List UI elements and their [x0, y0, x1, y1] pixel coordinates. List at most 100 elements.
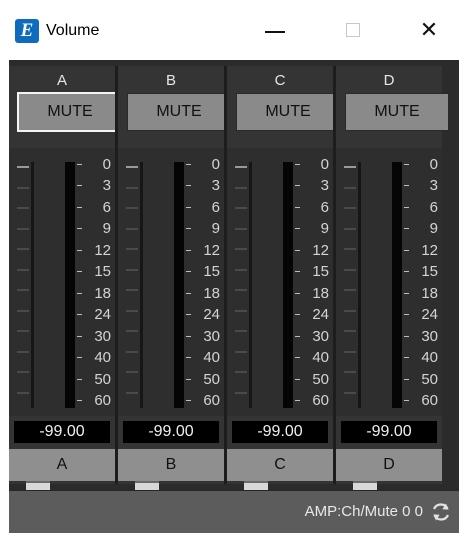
meter-scale-value: 15 — [94, 263, 111, 280]
level-readout[interactable]: -99.00 — [232, 421, 328, 443]
meter-scale-value: 12 — [94, 242, 111, 259]
meter-scale-tick — [295, 250, 300, 251]
meter-scale-value: 24 — [421, 306, 438, 323]
fader-track[interactable] — [17, 162, 34, 408]
fader-tick — [126, 330, 138, 332]
fader-tick — [17, 207, 29, 209]
meter-scale-value: 60 — [203, 392, 220, 409]
fader-knob-line — [135, 481, 159, 483]
channel-name-button[interactable]: A — [9, 449, 115, 481]
channel-name-button[interactable]: D — [336, 449, 442, 481]
meter-scale-tick — [77, 336, 82, 337]
meter-scale-label: 50 — [75, 372, 111, 387]
fader-tick — [235, 289, 247, 291]
fader-tick — [17, 166, 29, 168]
fader-tick — [344, 330, 356, 332]
meter-scale-label: 0 — [402, 157, 438, 172]
channel-strip-b: B MUTE 0 3 6 9 12 15 18 24 30 40 50 60 -99.00 B — [118, 66, 231, 496]
meter-scale-tick — [186, 293, 191, 294]
fader-track[interactable] — [235, 162, 252, 408]
meter-scale-label: 12 — [293, 243, 329, 258]
meter-scale-value: 3 — [102, 177, 111, 194]
meter-scale-tick — [77, 164, 82, 165]
meter-scale: 0 3 6 9 12 15 18 24 30 40 50 60 — [184, 157, 220, 409]
meter-scale-tick — [77, 250, 82, 251]
meter-scale-label: 15 — [75, 263, 111, 280]
fader-tick — [126, 207, 138, 209]
meter-scale-label: 40 — [184, 349, 220, 366]
meter-scale-label: 24 — [293, 307, 329, 322]
meter-scale-value: 30 — [421, 328, 438, 345]
fader-tick — [344, 166, 356, 168]
fader-tick — [344, 228, 356, 230]
meter-scale-label: 30 — [293, 329, 329, 344]
meter-scale-tick — [186, 336, 191, 337]
fader-tick — [17, 310, 29, 312]
meter-scale-tick — [186, 185, 191, 186]
level-readout[interactable]: -99.00 — [341, 421, 437, 443]
meter-scale-label: 15 — [402, 264, 438, 279]
fader-track[interactable] — [344, 162, 361, 408]
channel-label: A — [56, 72, 67, 89]
channel-name-button[interactable]: B — [118, 449, 224, 481]
meter-scale-value: 6 — [429, 199, 438, 216]
fader-tick — [235, 166, 247, 168]
meter-scale-label: 12 — [402, 243, 438, 258]
meter-scale-label: 40 — [75, 349, 111, 366]
meter-scale-value: 40 — [203, 349, 220, 366]
minimize-button[interactable] — [252, 10, 298, 50]
fader-tick — [235, 228, 247, 230]
fader-tick — [17, 289, 29, 291]
channel-label: B — [165, 72, 176, 89]
meter-scale-value: 9 — [320, 220, 329, 237]
meter-scale-value: 24 — [203, 306, 220, 323]
channel-name-button[interactable]: C — [227, 449, 333, 481]
fader-knob-line — [26, 481, 50, 483]
meter-scale-label: 15 — [184, 264, 220, 279]
meter-scale-tick — [77, 293, 82, 294]
fader-tick — [126, 371, 138, 373]
fader-area: 0 3 6 9 12 15 18 24 30 40 50 60 — [336, 148, 442, 496]
mute-button[interactable]: MUTE — [236, 93, 340, 131]
fader-knob-line — [244, 481, 268, 483]
refresh-icon[interactable] — [429, 500, 453, 524]
maximize-button[interactable] — [330, 10, 376, 50]
meter-scale-value: 6 — [102, 199, 111, 216]
meter-scale-label: 24 — [75, 306, 111, 323]
meter-scale-tick — [404, 336, 409, 337]
meter-scale-value: 24 — [94, 306, 111, 323]
meter-scale-value: 50 — [421, 371, 438, 388]
mute-button[interactable]: MUTE — [345, 93, 449, 131]
meter-scale-label: 6 — [75, 199, 111, 216]
close-button[interactable]: ✕ — [406, 10, 452, 50]
meter-scale-label: 3 — [75, 177, 111, 194]
fader-tick — [235, 248, 247, 250]
meter-scale-value: 3 — [211, 177, 220, 194]
meter-scale: 0 3 6 9 12 15 18 24 30 40 50 60 — [402, 157, 438, 408]
meter-scale-value: 40 — [94, 349, 111, 366]
meter-scale-label: 18 — [184, 285, 220, 302]
channel-strip-d: D MUTE 0 3 6 9 12 15 18 24 30 40 50 60 -99.00 D — [336, 66, 449, 496]
level-readout[interactable]: -99.00 — [14, 421, 110, 443]
meter-scale-label: 60 — [293, 393, 329, 408]
meter-scale-tick — [295, 185, 300, 186]
meter-scale-value: 18 — [203, 285, 220, 302]
fader-tick — [17, 187, 29, 189]
mute-button[interactable]: MUTE — [17, 92, 123, 132]
meter-scale-label: 0 — [293, 157, 329, 172]
meter-scale-label: 3 — [293, 178, 329, 193]
fader-track[interactable] — [126, 162, 143, 408]
level-readout[interactable]: -99.00 — [123, 421, 219, 443]
fader-slot — [31, 162, 34, 408]
meter-scale-value: 9 — [429, 220, 438, 237]
meter-scale-tick — [295, 164, 300, 165]
fader-tick — [235, 371, 247, 373]
minimize-icon — [265, 31, 285, 33]
meter-scale-tick — [404, 185, 409, 186]
fader-tick — [344, 289, 356, 291]
mute-button[interactable]: MUTE — [127, 93, 231, 131]
fader-tick — [17, 269, 29, 271]
fader-tick — [344, 392, 356, 394]
meter-scale-label: 30 — [402, 328, 438, 345]
channel-strip-c: C MUTE 0 3 6 9 12 15 18 24 30 40 50 60 -99.00 C — [227, 66, 340, 496]
